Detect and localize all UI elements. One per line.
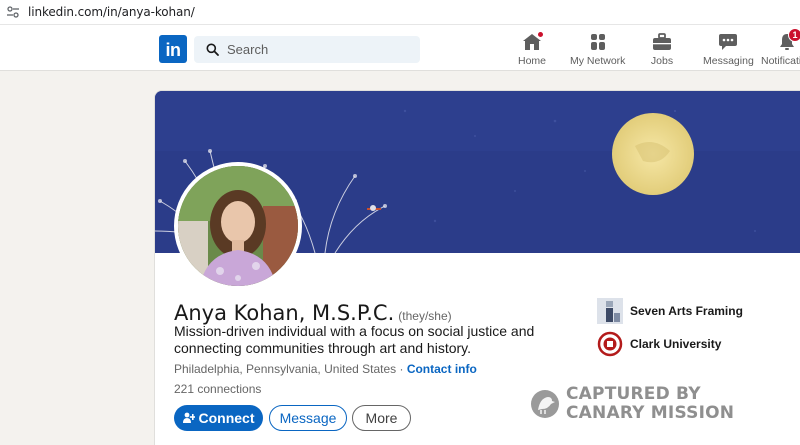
linkedin-logo[interactable]: in: [159, 35, 187, 63]
url-text[interactable]: linkedin.com/in/anya-kohan/: [28, 5, 195, 19]
connect-button-label: Connect: [198, 410, 255, 426]
add-person-icon: [182, 412, 195, 423]
org-clark-university-label: Clark University: [630, 337, 722, 351]
profile-headline: Mission-driven individual with a focus o…: [174, 323, 535, 356]
search-input[interactable]: [227, 42, 407, 57]
watermark-text: CAPTURED BY CANARY MISSION: [566, 385, 734, 423]
profile-location-line: Philadelphia, Pennsylvania, United State…: [174, 362, 477, 376]
top-navigation: in Home My Network: [0, 25, 800, 71]
notifications-count-badge: 1: [788, 28, 800, 42]
canary-bird-logo: [531, 390, 559, 418]
canary-mission-watermark: CAPTURED BY CANARY MISSION: [530, 385, 734, 423]
site-settings-icon[interactable]: [6, 5, 20, 19]
more-button[interactable]: More: [352, 405, 411, 431]
nav-home[interactable]: Home: [518, 30, 547, 69]
search-icon: [206, 43, 219, 56]
watermark-line-2: CANARY MISSION: [566, 403, 735, 423]
nav-jobs-label: Jobs: [650, 55, 674, 67]
message-icon: [719, 34, 738, 50]
home-notification-dot: [536, 30, 545, 39]
profile-name-text: Anya Kohan, M.S.P.C.: [174, 301, 395, 325]
nav-my-network[interactable]: My Network: [570, 31, 625, 69]
contact-info-link[interactable]: Contact info: [407, 362, 477, 376]
watermark-line-1: CAPTURED BY: [566, 384, 701, 404]
clark-university-seal: [597, 331, 623, 357]
nav-notifications[interactable]: 1 Notificati: [761, 28, 800, 69]
seven-arts-framing-logo: [597, 298, 623, 324]
profile-name: Anya Kohan, M.S.P.C. (they/she): [174, 301, 452, 325]
browser-address-bar[interactable]: linkedin.com/in/anya-kohan/: [0, 0, 800, 25]
org-clark-university[interactable]: Clark University: [597, 331, 721, 357]
nav-messaging-label: Messaging: [703, 55, 754, 67]
message-button-label: Message: [279, 410, 337, 426]
connect-button[interactable]: Connect: [174, 405, 263, 431]
more-button-label: More: [365, 410, 398, 426]
search-box[interactable]: [194, 36, 420, 63]
briefcase-icon: [653, 33, 671, 50]
nav-my-network-label: My Network: [570, 55, 626, 67]
message-button[interactable]: Message: [269, 405, 347, 431]
nav-notifications-label: Notificati: [761, 55, 800, 67]
profile-location: Philadelphia, Pennsylvania, United State…: [174, 362, 397, 376]
nav-home-label: Home: [518, 55, 547, 67]
network-icon: [590, 34, 605, 50]
location-separator: ·: [396, 362, 407, 376]
profile-photo[interactable]: [174, 162, 302, 290]
org-seven-arts-framing-label: Seven Arts Framing: [630, 304, 743, 318]
nav-messaging[interactable]: Messaging: [703, 31, 754, 69]
connections-count[interactable]: 221 connections: [174, 382, 261, 396]
nav-jobs[interactable]: Jobs: [650, 31, 674, 69]
org-seven-arts-framing[interactable]: Seven Arts Framing: [597, 298, 743, 324]
profile-pronouns: (they/she): [398, 309, 452, 323]
